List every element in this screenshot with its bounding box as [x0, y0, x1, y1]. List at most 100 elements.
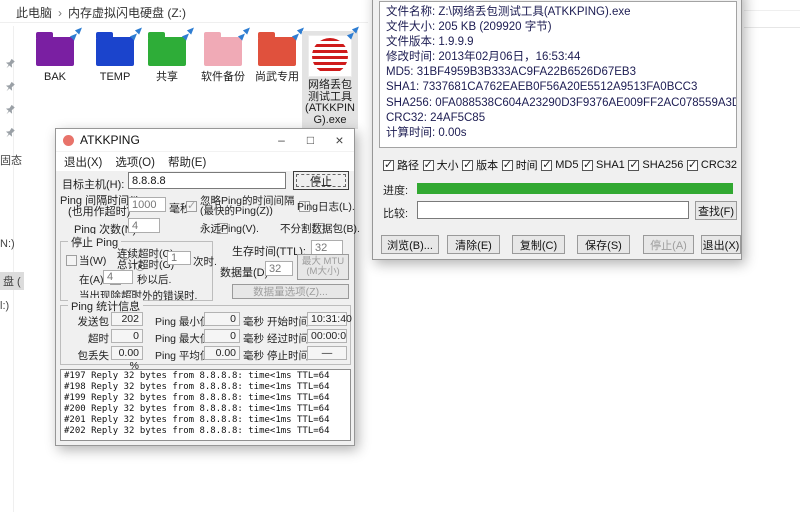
menu-help[interactable]: 帮助(E) — [168, 154, 206, 170]
folder-bak[interactable]: BAK — [25, 30, 85, 83]
atkkping-window: ATKKPING – □ × 退出(X) 选项(O) 帮助(E) 目标主机(H)… — [55, 128, 355, 446]
option-path-checkbox[interactable] — [383, 160, 394, 171]
option-time-label: 时间 — [516, 157, 538, 173]
min-unit: 毫秒 — [243, 314, 264, 329]
avg-value: 0.00 — [204, 346, 240, 360]
navpane-item[interactable]: l:) — [0, 300, 9, 312]
log-line: #202 Reply 32 bytes from 8.8.8.8: time<1… — [64, 426, 347, 437]
save-button[interactable]: 保存(S) — [577, 235, 630, 254]
folder-software-backup[interactable]: 软件备份 — [193, 30, 253, 83]
avg-label: Ping 平均值 — [155, 348, 210, 363]
ping-count-input[interactable] — [128, 218, 160, 233]
loss-label: 包丢失 — [69, 348, 109, 363]
stop-ping-group: 停止 Ping 当(W) 连续超时(C) 总计超时(G) 次时. 在(A) 秒以… — [60, 241, 213, 301]
hash-options-row: 路径 大小 版本 时间 MD5 SHA1 SHA256 CRC32 — [383, 157, 737, 173]
option-path-label: 路径 — [397, 157, 419, 173]
folder-icon — [258, 37, 296, 66]
modified-time-label: 修改时间: — [386, 51, 435, 63]
stop-ping-button[interactable]: 停止 — [293, 171, 349, 190]
interval-input[interactable] — [128, 197, 166, 212]
stop-time-label: 停止时间 — [267, 348, 309, 363]
sent-value: 202 — [111, 312, 143, 326]
menu-exit[interactable]: 退出(X) — [64, 154, 102, 170]
folder-icon — [148, 37, 186, 66]
option-version-checkbox[interactable] — [462, 160, 473, 171]
minimize-button[interactable]: – — [267, 129, 296, 151]
navpane-item[interactable]: 固态 — [0, 152, 22, 168]
ignore-interval-checkbox[interactable] — [186, 201, 197, 212]
hash-results-box[interactable]: 文件名称: Z:\网络丢包测试工具(ATKKPING).exe 文件大小: 20… — [379, 1, 737, 148]
data-size-options-button[interactable]: 数据量选项(Z)... — [232, 284, 349, 299]
find-button[interactable]: 查找(F) — [695, 201, 737, 220]
ping-stats-group: Ping 统计信息 发送包 202 Ping 最小值 0 毫秒 开始时间 10:… — [60, 305, 351, 365]
option-version-label: 版本 — [476, 157, 498, 173]
option-size-checkbox[interactable] — [423, 160, 434, 171]
item-label: BAK — [25, 71, 85, 83]
option-crc32-checkbox[interactable] — [687, 160, 698, 171]
folder-shangwu[interactable]: 尚武专用 — [247, 30, 307, 83]
file-version-value: 1.9.9.9 — [438, 36, 473, 48]
folder-icon — [96, 37, 134, 66]
ping-log-label: Ping日志(L). — [297, 199, 355, 214]
navpane-item[interactable]: N:) — [0, 238, 15, 250]
item-label: 尚武专用 — [247, 71, 307, 83]
browse-button[interactable]: 浏览(B)... — [381, 235, 439, 254]
maximize-button[interactable]: □ — [296, 129, 325, 151]
ignore-interval-label-2: (最快的Ping(Z)) — [200, 203, 273, 218]
close-button[interactable]: × — [325, 129, 354, 151]
interval-label-2: (也用作超时) — [68, 203, 130, 219]
folder-share[interactable]: 共享 — [137, 30, 197, 83]
progress-label: 进度: — [383, 182, 408, 198]
file-atkkping-exe-selected[interactable]: 网络丢包测试工具(ATKKPING).exe — [302, 31, 358, 129]
exe-red-ball-icon — [308, 35, 352, 77]
stop-when-label: 当(W) — [79, 253, 106, 268]
sha1-value: 7337681CA762EAEB0F56A20E5512A9513FA0BCC3 — [422, 81, 697, 93]
data-size-input[interactable] — [265, 261, 293, 276]
min-value: 0 — [204, 312, 240, 326]
stop-after-input[interactable] — [103, 270, 133, 284]
stop-ping-group-title: 停止 Ping — [68, 234, 121, 250]
breadcrumb-this-pc[interactable]: 此电脑 — [16, 6, 52, 20]
ttl-input[interactable] — [311, 240, 343, 255]
file-size-value: 205 KB (209920 字节) — [438, 21, 551, 33]
copy-button[interactable]: 复制(C) — [512, 235, 565, 254]
timeout-value: 0 — [111, 329, 143, 343]
log-line: #198 Reply 32 bytes from 8.8.8.8: time<1… — [64, 382, 347, 393]
option-sha256-label: SHA256 — [642, 159, 683, 171]
ping-log-output[interactable]: #197 Reply 32 bytes from 8.8.8.8: time<1… — [60, 369, 351, 441]
crc32-value: 24AF5C85 — [430, 112, 485, 124]
progress-bar — [417, 183, 733, 194]
exit-button[interactable]: 退出(X) — [701, 235, 741, 254]
compare-input[interactable] — [417, 201, 689, 219]
compressed-arrows-icon — [344, 26, 360, 42]
log-line: #200 Reply 32 bytes from 8.8.8.8: time<1… — [64, 404, 347, 415]
menu-options[interactable]: 选项(O) — [115, 154, 155, 170]
option-md5-checkbox[interactable] — [541, 160, 552, 171]
option-time-checkbox[interactable] — [502, 160, 513, 171]
stop-time-value: — — [307, 346, 347, 360]
option-sha1-checkbox[interactable] — [582, 160, 593, 171]
option-sha256-checkbox[interactable] — [628, 160, 639, 171]
breadcrumb-drive[interactable]: 内存虚拟闪电硬盘 (Z:) — [68, 6, 186, 20]
max-mtu-button[interactable]: 最大 MTU(M大小) — [297, 254, 349, 280]
stop-button[interactable]: 停止(A) — [643, 235, 694, 254]
clear-button[interactable]: 清除(E) — [447, 235, 500, 254]
calc-time-value: 0.00s — [438, 127, 466, 139]
md5-value: 31BF4959B3B333AC9FA22B6526D67EB3 — [417, 66, 636, 78]
max-value: 0 — [204, 329, 240, 343]
calc-time-label: 计算时间: — [386, 127, 435, 139]
item-label: 软件备份 — [193, 71, 253, 83]
target-host-input[interactable] — [128, 172, 286, 189]
title-bar[interactable]: ATKKPING – □ × — [56, 129, 354, 152]
navpane-divider — [13, 26, 14, 512]
item-label: 网络丢包测试工具(ATKKPING).exe — [304, 80, 356, 126]
stop-when-checkbox[interactable] — [66, 255, 77, 266]
elapsed-time-label: 经过时间 — [267, 331, 309, 346]
navpane-item-selected[interactable]: 盘 ( — [0, 272, 24, 290]
folder-temp[interactable]: TEMP — [85, 30, 145, 83]
crc32-label: CRC32: — [386, 112, 427, 124]
option-crc32-label: CRC32 — [701, 159, 737, 171]
start-time-value: 10:31:40 — [307, 312, 347, 326]
timeout-times-input[interactable] — [167, 251, 191, 265]
avg-unit: 毫秒 — [243, 348, 264, 363]
